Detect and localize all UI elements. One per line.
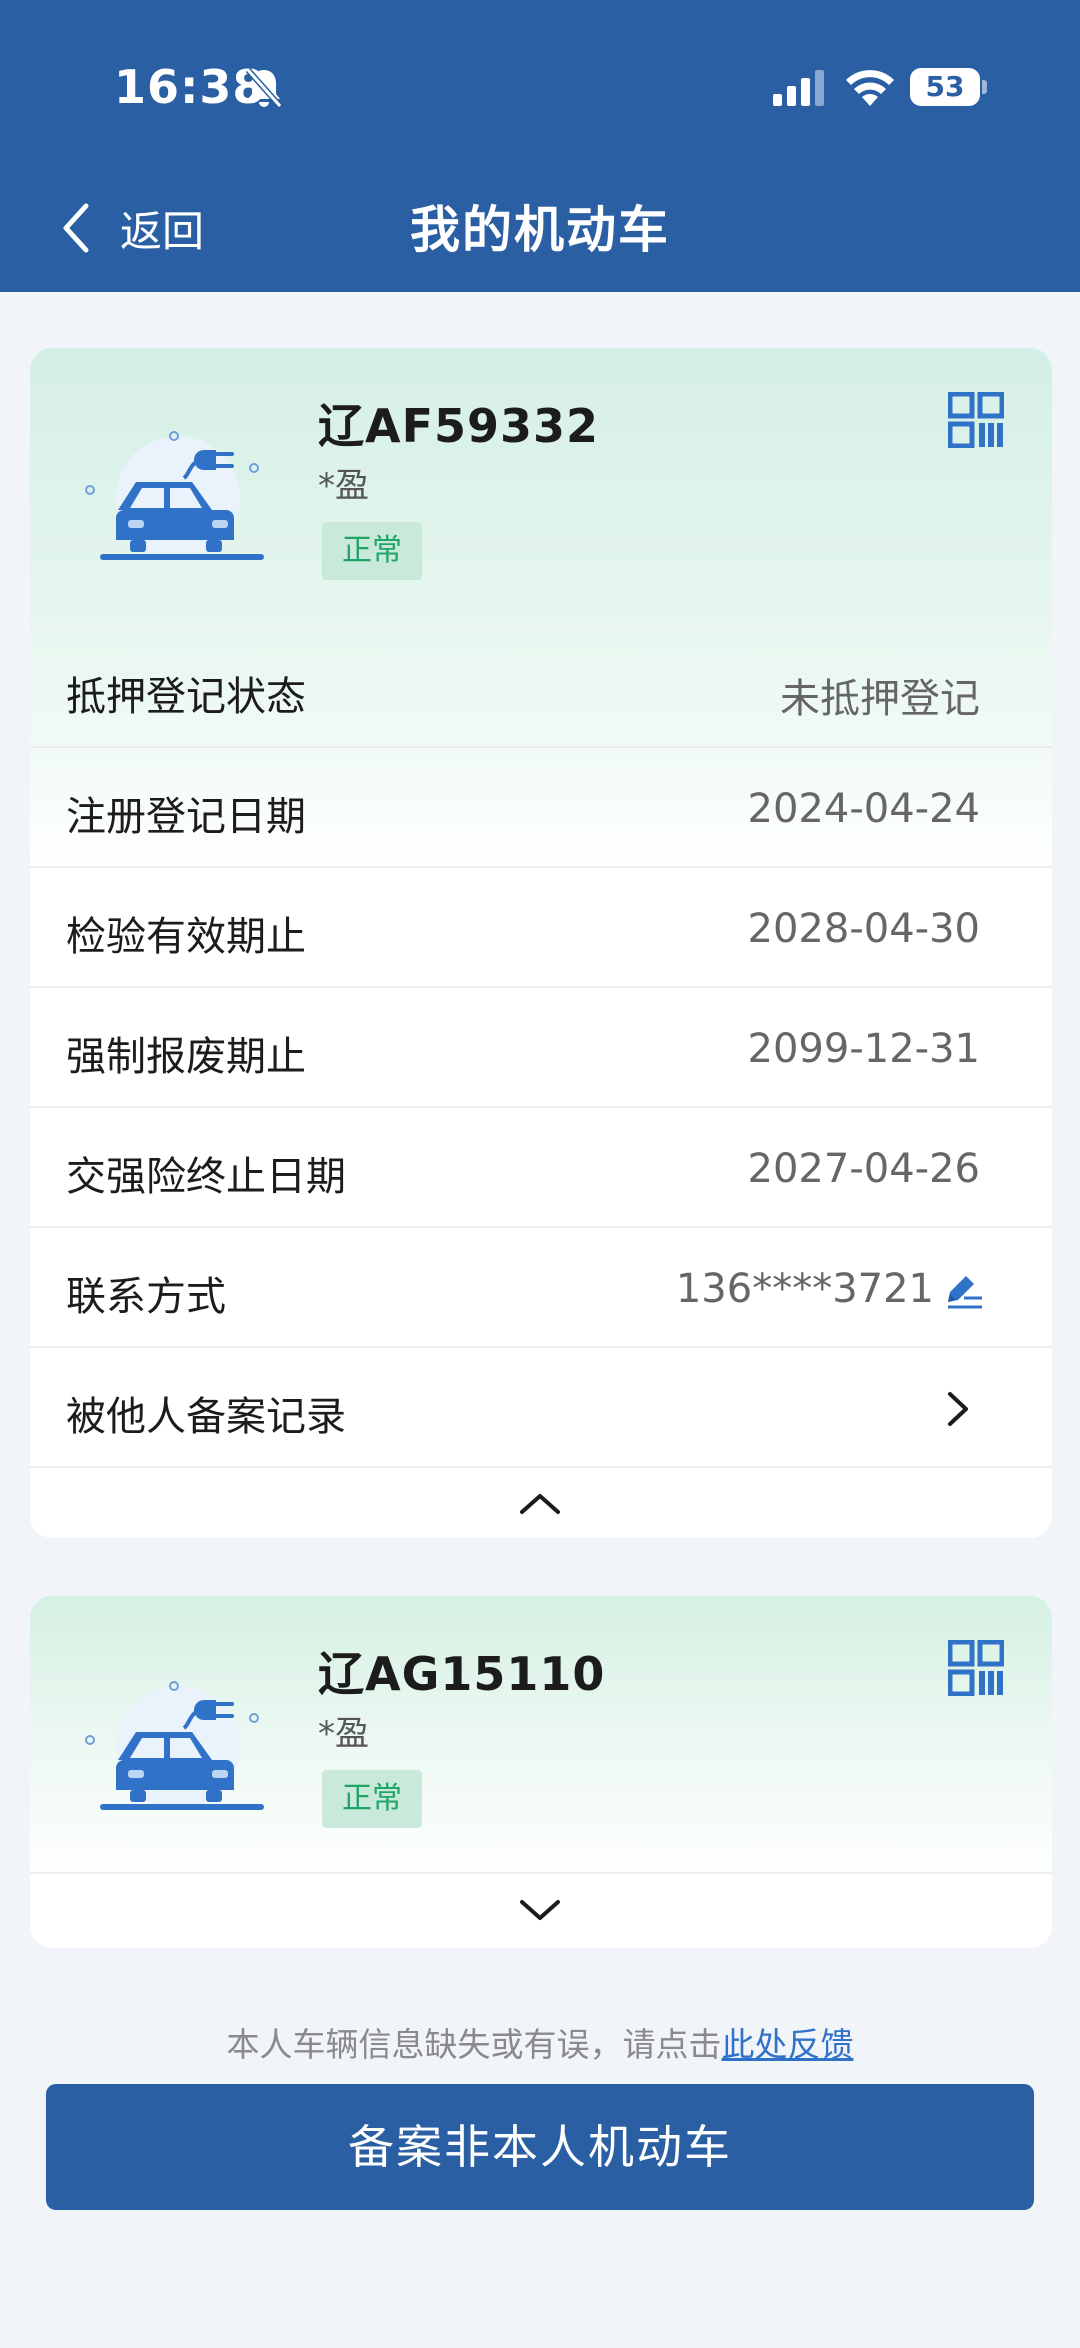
record-row[interactable]: 被他人备案记录 xyxy=(30,1348,1052,1468)
row-value: 2027-04-26 xyxy=(747,1146,980,1192)
row-value: 2028-04-30 xyxy=(747,906,980,952)
detail-row: 检验有效期止 2028-04-30 xyxy=(30,868,1052,988)
chevron-down-icon xyxy=(520,1900,560,1920)
plate-number: 辽AG15110 xyxy=(318,1647,606,1701)
register-other-vehicle-button[interactable]: 备案非本人机动车 xyxy=(46,2084,1034,2210)
row-value: 136****3721 xyxy=(675,1266,934,1312)
row-label: 注册登记日期 xyxy=(66,794,306,840)
battery-cap xyxy=(982,80,987,94)
edit-icon[interactable] xyxy=(944,1272,984,1310)
detail-row: 注册登记日期 2024-04-24 xyxy=(30,748,1052,868)
row-label: 检验有效期止 xyxy=(66,914,306,960)
status-time: 16:38 xyxy=(114,60,266,114)
qr-code-icon[interactable] xyxy=(948,1640,1004,1696)
detail-row: 抵押登记状态 未抵押登记 xyxy=(30,628,1052,748)
feedback-hint: 本人车辆信息缺失或有误，请点击此处反馈 xyxy=(0,2018,1080,2066)
expand-toggle[interactable] xyxy=(500,1880,580,1940)
top-bar: 16:38 53 返回 我的机动车 xyxy=(0,0,1080,292)
electric-car-icon xyxy=(85,1681,264,1810)
page-title: 我的机动车 xyxy=(410,201,670,259)
electric-car-icon xyxy=(85,431,264,560)
owner-name: *盈 xyxy=(318,1714,369,1754)
row-label: 抵押登记状态 xyxy=(66,674,306,720)
row-label: 联系方式 xyxy=(66,1274,226,1320)
vehicle-card: 辽AF59332 *盈 正常 抵押登记状态 未抵押登记 注册登记日期 2024-… xyxy=(30,348,1052,1538)
contact-row[interactable]: 联系方式 136****3721 xyxy=(30,1228,1052,1348)
row-label: 强制报废期止 xyxy=(66,1034,306,1080)
detail-row: 交强险终止日期 2027-04-26 xyxy=(30,1108,1052,1228)
row-label: 被他人备案记录 xyxy=(66,1394,346,1440)
status-badge: 正常 xyxy=(322,522,422,580)
feedback-link[interactable]: 此处反馈 xyxy=(722,2025,854,2064)
battery-icon: 53 xyxy=(910,68,980,106)
vehicle-card: 辽AG15110 *盈 正常 xyxy=(30,1596,1052,1948)
signal-icon xyxy=(773,70,824,106)
row-label: 交强险终止日期 xyxy=(66,1154,346,1200)
row-value: 2099-12-31 xyxy=(747,1026,980,1072)
row-value: 2024-04-24 xyxy=(747,786,980,832)
status-badge: 正常 xyxy=(322,1770,422,1828)
plate-number: 辽AF59332 xyxy=(318,399,600,453)
qr-code-icon[interactable] xyxy=(948,392,1004,448)
feedback-text: 本人车辆信息缺失或有误，请点击 xyxy=(226,2025,722,2064)
chevron-up-icon xyxy=(520,1494,560,1514)
wifi-icon xyxy=(846,70,894,106)
chevron-right-icon xyxy=(948,1392,968,1426)
owner-name: *盈 xyxy=(318,466,369,506)
collapse-toggle[interactable] xyxy=(500,1472,580,1532)
bell-off-icon xyxy=(245,68,283,108)
row-value: 未抵押登记 xyxy=(780,676,980,722)
card-divider xyxy=(30,1872,1052,1874)
detail-row: 强制报废期止 2099-12-31 xyxy=(30,988,1052,1108)
